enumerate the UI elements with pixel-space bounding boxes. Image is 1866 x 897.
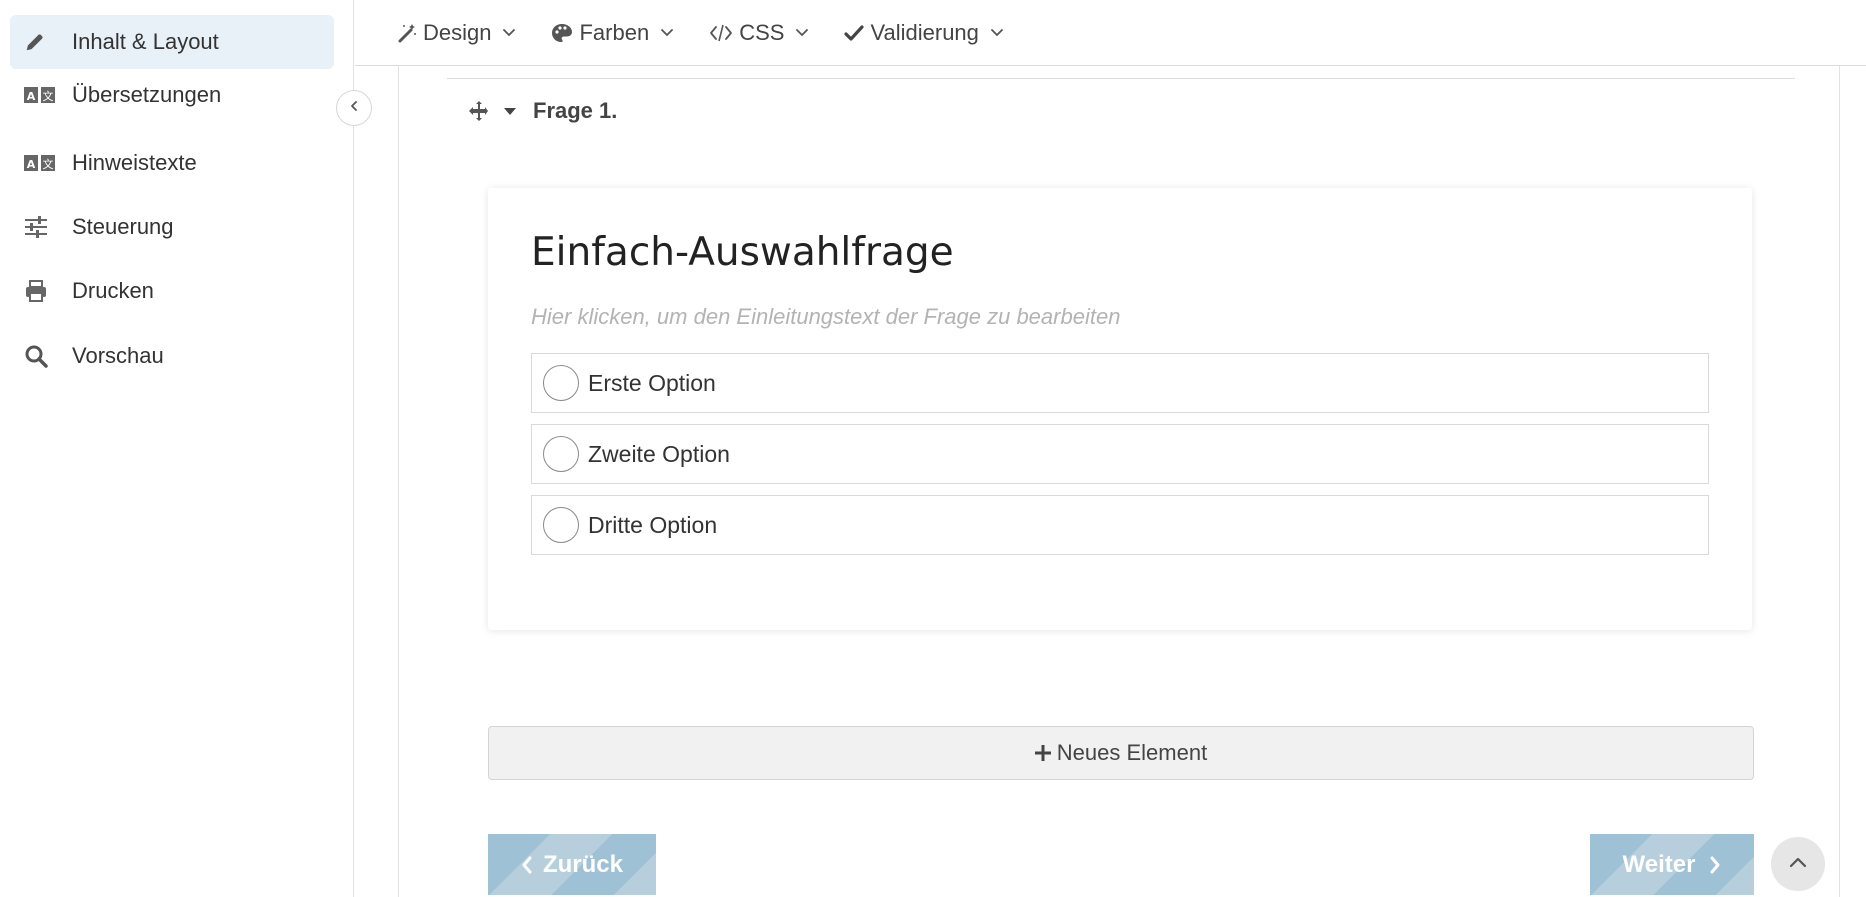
toolbar-label: CSS — [739, 19, 785, 45]
divider — [447, 78, 1795, 79]
sidebar-item-hinweistexte[interactable]: A文 Hinweistexte — [10, 136, 334, 190]
sidebar-collapse-button[interactable] — [336, 90, 372, 126]
sidebar: Inhalt & Layout A文 Übersetzungen A文 Hinw… — [0, 0, 354, 897]
radio-option[interactable]: Zweite Option — [531, 424, 1709, 484]
palette-icon — [551, 23, 573, 43]
chevron-right-icon — [1709, 856, 1721, 874]
translate-icon: A文 — [24, 151, 68, 175]
toolbar-label: Farben — [579, 19, 650, 45]
svg-text:A: A — [27, 90, 36, 103]
sidebar-item-drucken[interactable]: Drucken — [10, 264, 334, 318]
question-card[interactable]: Einfach-Auswahlfrage Hier klicken, um de… — [488, 188, 1752, 630]
magic-wand-icon — [397, 23, 417, 43]
sidebar-item-inhalt-layout[interactable]: Inhalt & Layout — [10, 15, 334, 69]
scroll-to-top-button[interactable] — [1771, 837, 1825, 891]
toolbar-label: Design — [423, 19, 492, 45]
toolbar-css[interactable]: CSS — [709, 19, 809, 46]
sidebar-item-vorschau[interactable]: Vorschau — [10, 329, 334, 383]
editor-canvas: Frage 1. Einfach-Auswahlfrage Hier klick… — [398, 66, 1840, 897]
toolbar-label: Validierung — [870, 19, 979, 45]
question-number: Frage 1. — [533, 98, 618, 123]
printer-icon — [24, 279, 68, 303]
sidebar-item-steuerung[interactable]: Steuerung — [10, 200, 334, 254]
back-button[interactable]: Zurück — [488, 834, 656, 895]
move-icon[interactable] — [467, 99, 491, 123]
pencil-icon — [24, 30, 68, 54]
add-element-label: Neues Element — [1056, 740, 1208, 765]
sidebar-item-label: Steuerung — [72, 214, 174, 239]
radio-button[interactable] — [543, 365, 579, 401]
back-label: Zurück — [542, 850, 623, 878]
top-toolbar: Design Farben CSS Validierung — [355, 0, 1866, 66]
svg-text:文: 文 — [43, 157, 54, 171]
chevron-down-icon — [991, 28, 1003, 37]
check-icon — [844, 24, 865, 42]
radio-option[interactable]: Erste Option — [531, 353, 1709, 413]
option-label: Erste Option — [588, 369, 716, 396]
toolbar-farben[interactable]: Farben — [551, 19, 674, 46]
translate-icon: A文 — [24, 83, 68, 107]
code-icon — [709, 24, 733, 42]
sidebar-item-label: Vorschau — [72, 343, 164, 368]
toolbar-design[interactable]: Design — [397, 19, 516, 46]
radio-button[interactable] — [543, 436, 579, 472]
chevron-left-icon — [348, 99, 360, 117]
svg-text:文: 文 — [43, 89, 54, 103]
sidebar-item-label: Inhalt & Layout — [72, 29, 219, 54]
toolbar-validierung[interactable]: Validierung — [844, 19, 1003, 46]
next-button[interactable]: Weiter — [1590, 834, 1754, 895]
plus-icon — [1034, 745, 1051, 761]
chevron-up-icon — [1789, 855, 1807, 873]
svg-text:A: A — [27, 158, 36, 171]
add-element-button[interactable]: Neues Element — [488, 726, 1754, 780]
sidebar-item-label: Drucken — [72, 278, 154, 303]
sidebar-item-uebersetzungen[interactable]: A文 Übersetzungen — [10, 68, 334, 122]
chevron-left-icon — [521, 856, 533, 874]
sidebar-item-label: Hinweistexte — [72, 150, 197, 175]
sliders-icon — [24, 215, 68, 239]
next-label: Weiter — [1622, 850, 1696, 878]
search-icon — [24, 344, 68, 368]
option-label: Zweite Option — [588, 440, 730, 467]
chevron-down-icon — [661, 28, 674, 37]
collapse-caret-icon[interactable] — [503, 99, 519, 123]
option-label: Dritte Option — [588, 511, 718, 538]
radio-option[interactable]: Dritte Option — [531, 495, 1709, 555]
question-header: Frage 1. — [467, 98, 617, 124]
question-title[interactable]: Einfach-Auswahlfrage — [531, 230, 954, 275]
radio-button[interactable] — [543, 507, 579, 543]
question-intro-placeholder[interactable]: Hier klicken, um den Einleitungstext der… — [531, 304, 1120, 330]
sidebar-item-label: Übersetzungen — [72, 82, 222, 107]
chevron-down-icon — [503, 28, 516, 37]
chevron-down-icon — [796, 28, 809, 37]
